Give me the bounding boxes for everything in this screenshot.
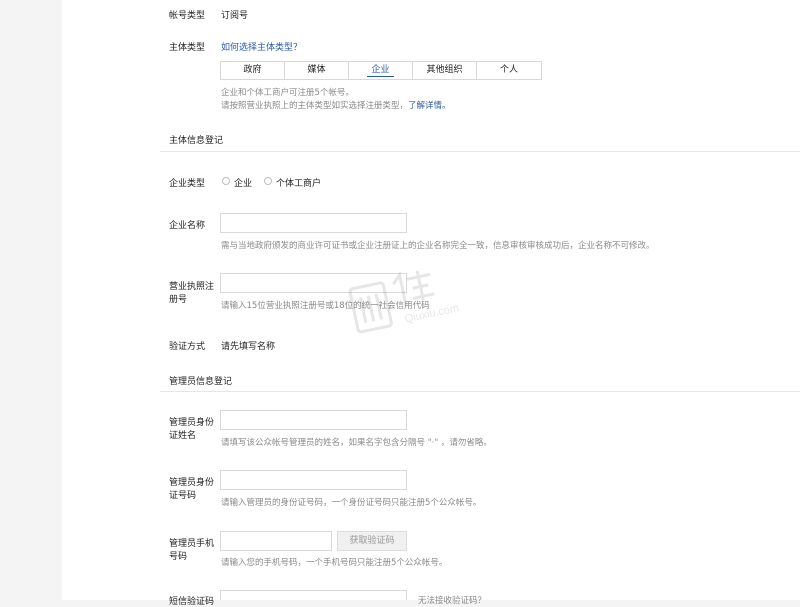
sms-code-input[interactable] <box>220 590 407 600</box>
tab-government[interactable]: 政府 <box>221 62 285 79</box>
account-type-value: 订阅号 <box>221 11 249 21</box>
company-name-input[interactable] <box>220 213 407 233</box>
subject-type-note-2: 请按照营业执照上的主体类型如实选择注册类型，了解详情。 <box>221 99 451 111</box>
verify-method-value: 请先填写名称 <box>221 342 276 352</box>
admin-id-hint: 请输入管理员的身份证号码，一个身份证号码只能注册5个公众帐号。 <box>221 498 482 508</box>
company-name-hint: 需与当地政府颁发的商业许可证书或企业注册证上的企业名称完全一致，信息审核审核成功… <box>221 241 655 251</box>
admin-id-label-1: 管理员身份 <box>169 478 215 488</box>
tab-individual[interactable]: 个人 <box>477 62 541 79</box>
admin-info-section-title: 管理员信息登记 <box>169 377 233 387</box>
radio-individual-business[interactable] <box>264 177 272 185</box>
account-type-label: 帐号类型 <box>169 11 206 21</box>
admin-name-hint: 请填写该公众帐号管理员的姓名，如果名字包含分隔号 "·" ，请勿省略。 <box>221 438 492 448</box>
subject-type-note-2-text: 请按照营业执照上的主体类型如实选择注册类型， <box>221 101 409 111</box>
admin-phone-label-1: 管理员手机 <box>169 539 215 549</box>
watermark-icon: Qiuxiu.com <box>348 270 460 334</box>
admin-phone-label-2: 号码 <box>169 552 188 562</box>
admin-phone-hint: 请输入您的手机号码，一个手机号码只能注册5个公众帐号。 <box>221 558 448 568</box>
radio-enterprise[interactable] <box>222 177 230 185</box>
subject-type-label: 主体类型 <box>169 43 206 53</box>
watermark-text: Qiuxiu.com <box>404 302 460 325</box>
subject-type-note-1: 企业和个体工商户可注册5个帐号。 <box>221 88 354 98</box>
radio-individual-business-label[interactable]: 个体工商户 <box>276 176 321 189</box>
company-type-label: 企业类型 <box>169 179 206 189</box>
learn-more-link[interactable]: 了解详情。 <box>408 101 451 111</box>
subject-info-section-title: 主体信息登记 <box>169 136 224 146</box>
tab-media[interactable]: 媒体 <box>285 62 349 79</box>
admin-id-input[interactable] <box>220 470 407 490</box>
radio-enterprise-label[interactable]: 企业 <box>234 176 252 189</box>
license-number-label-1: 营业执照注 <box>169 282 215 292</box>
subject-type-tabs: 政府 媒体 企业 其他组织 个人 <box>220 61 542 80</box>
watermark-logo: Qiuxiu.com <box>346 260 466 350</box>
admin-id-label-2: 证号码 <box>169 491 197 501</box>
tab-enterprise[interactable]: 企业 <box>349 62 413 79</box>
section-divider <box>160 391 800 392</box>
subject-type-help-link[interactable]: 如何选择主体类型？ <box>221 40 302 53</box>
admin-name-label-1: 管理员身份 <box>169 418 215 428</box>
company-name-label: 企业名称 <box>169 221 206 231</box>
get-verification-code-button[interactable]: 获取验证码 <box>337 531 407 551</box>
license-number-label-2: 册号 <box>169 295 188 305</box>
admin-name-input[interactable] <box>220 410 407 430</box>
tab-other-organization[interactable]: 其他组织 <box>413 62 477 79</box>
admin-name-label-2: 证姓名 <box>169 431 197 441</box>
sms-code-label: 短信验证码 <box>169 597 215 607</box>
admin-phone-input[interactable] <box>220 531 332 551</box>
verify-method-label: 验证方式 <box>169 342 206 352</box>
sms-code-help-link[interactable]: 无法接收验证码？ <box>418 594 486 606</box>
section-divider <box>160 151 800 152</box>
